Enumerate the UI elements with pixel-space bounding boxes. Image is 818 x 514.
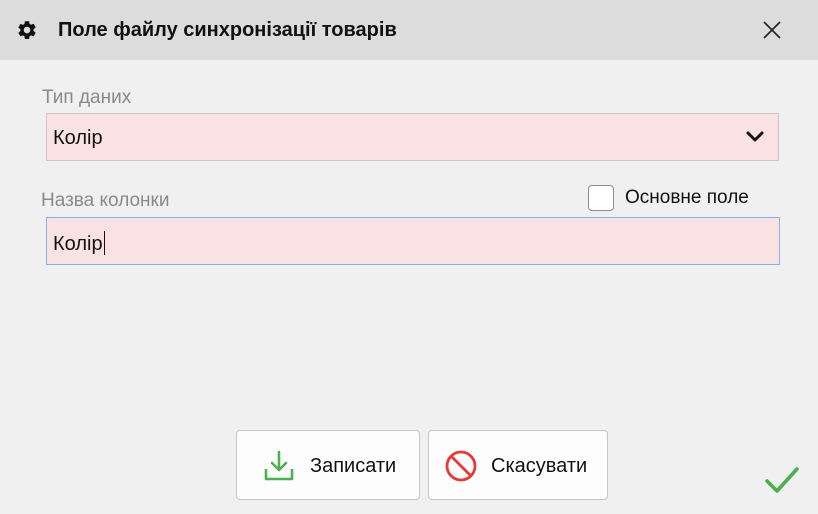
column-name-value: Колір (53, 231, 105, 255)
window-title: Поле файлу синхронізації товарів (58, 19, 397, 41)
title-bar: Поле файлу синхронізації товарів (0, 0, 818, 60)
data-type-value: Колір (53, 127, 103, 149)
data-type-label: Тип даних (42, 87, 132, 108)
cancel-button[interactable]: Скасувати (428, 430, 608, 500)
column-name-label: Назва колонки (41, 190, 170, 211)
column-name-text: Колір (53, 233, 103, 255)
text-caret (103, 231, 105, 255)
forbidden-icon (445, 450, 477, 482)
primary-field-checkbox[interactable] (588, 185, 614, 211)
sync-field-dialog: Поле файлу синхронізації товарів Тип дан… (0, 0, 818, 514)
column-name-input[interactable]: Колір (46, 217, 780, 265)
download-icon (264, 450, 294, 481)
save-button[interactable]: Записати (236, 430, 420, 500)
save-button-label: Записати (310, 455, 397, 477)
checkmark-icon[interactable] (763, 464, 801, 496)
chevron-down-icon[interactable] (746, 130, 764, 144)
close-icon[interactable] (756, 14, 788, 46)
primary-field-label[interactable]: Основне поле (625, 187, 749, 209)
data-type-select[interactable]: Колір (46, 113, 779, 161)
gear-icon (18, 21, 36, 39)
cancel-button-label: Скасувати (491, 455, 588, 477)
